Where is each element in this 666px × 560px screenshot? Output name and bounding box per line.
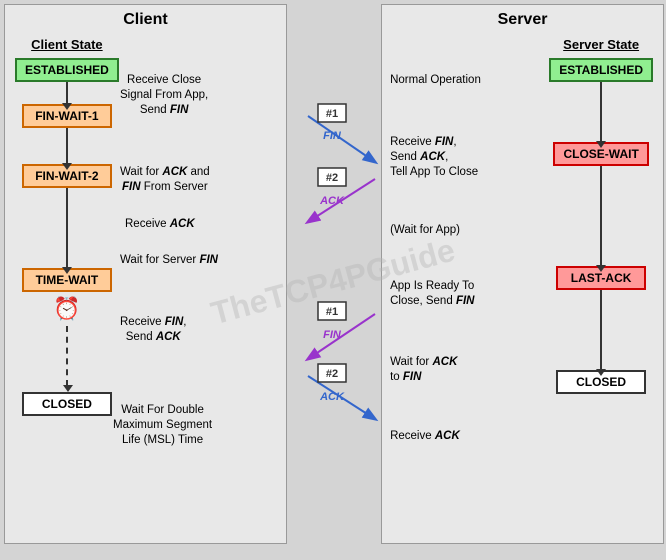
server-title: Server <box>382 5 663 33</box>
server-annotation-wait-ack: Wait for ACKto FIN <box>390 355 457 385</box>
client-annotation-receive-close: Receive CloseSignal From App,Send FIN <box>120 73 208 118</box>
client-title: Client <box>5 5 286 33</box>
clock-icon: ⏰ <box>53 296 80 322</box>
client-closed-box: CLOSED <box>22 392 112 416</box>
client-annotation-wait-ack: Wait for ACK andFIN From Server <box>120 165 210 195</box>
middle-gap <box>297 4 371 552</box>
client-annotation-receive-fin: Receive FIN,Send ACK <box>120 315 186 345</box>
client-state-label: Client State <box>31 37 103 52</box>
server-established-box: ESTABLISHED <box>549 58 653 82</box>
client-established-box: ESTABLISHED <box>15 58 119 82</box>
server-annotation-normal: Normal Operation <box>390 73 481 88</box>
main-container: Client Client State ESTABLISHED FIN-WAIT… <box>4 4 664 552</box>
server-annotation-app-ready: App Is Ready ToClose, Send FIN <box>390 279 474 309</box>
server-state-label: Server State <box>563 37 639 52</box>
client-annotation-receive-ack: Receive ACK <box>125 217 195 232</box>
server-annotation-receive-fin: Receive FIN,Send ACK,Tell App To Close <box>390 135 478 180</box>
server-annotation-receive-ack: Receive ACK <box>390 429 460 444</box>
client-annotation-wait-msl: Wait For DoubleMaximum SegmentLife (MSL)… <box>113 403 212 448</box>
client-section: Client Client State ESTABLISHED FIN-WAIT… <box>4 4 287 544</box>
client-annotation-wait-fin: Wait for Server FIN <box>120 253 218 268</box>
server-annotation-wait-app: (Wait for App) <box>390 223 460 238</box>
server-section: Server Normal Operation Receive FIN,Send… <box>381 4 664 544</box>
